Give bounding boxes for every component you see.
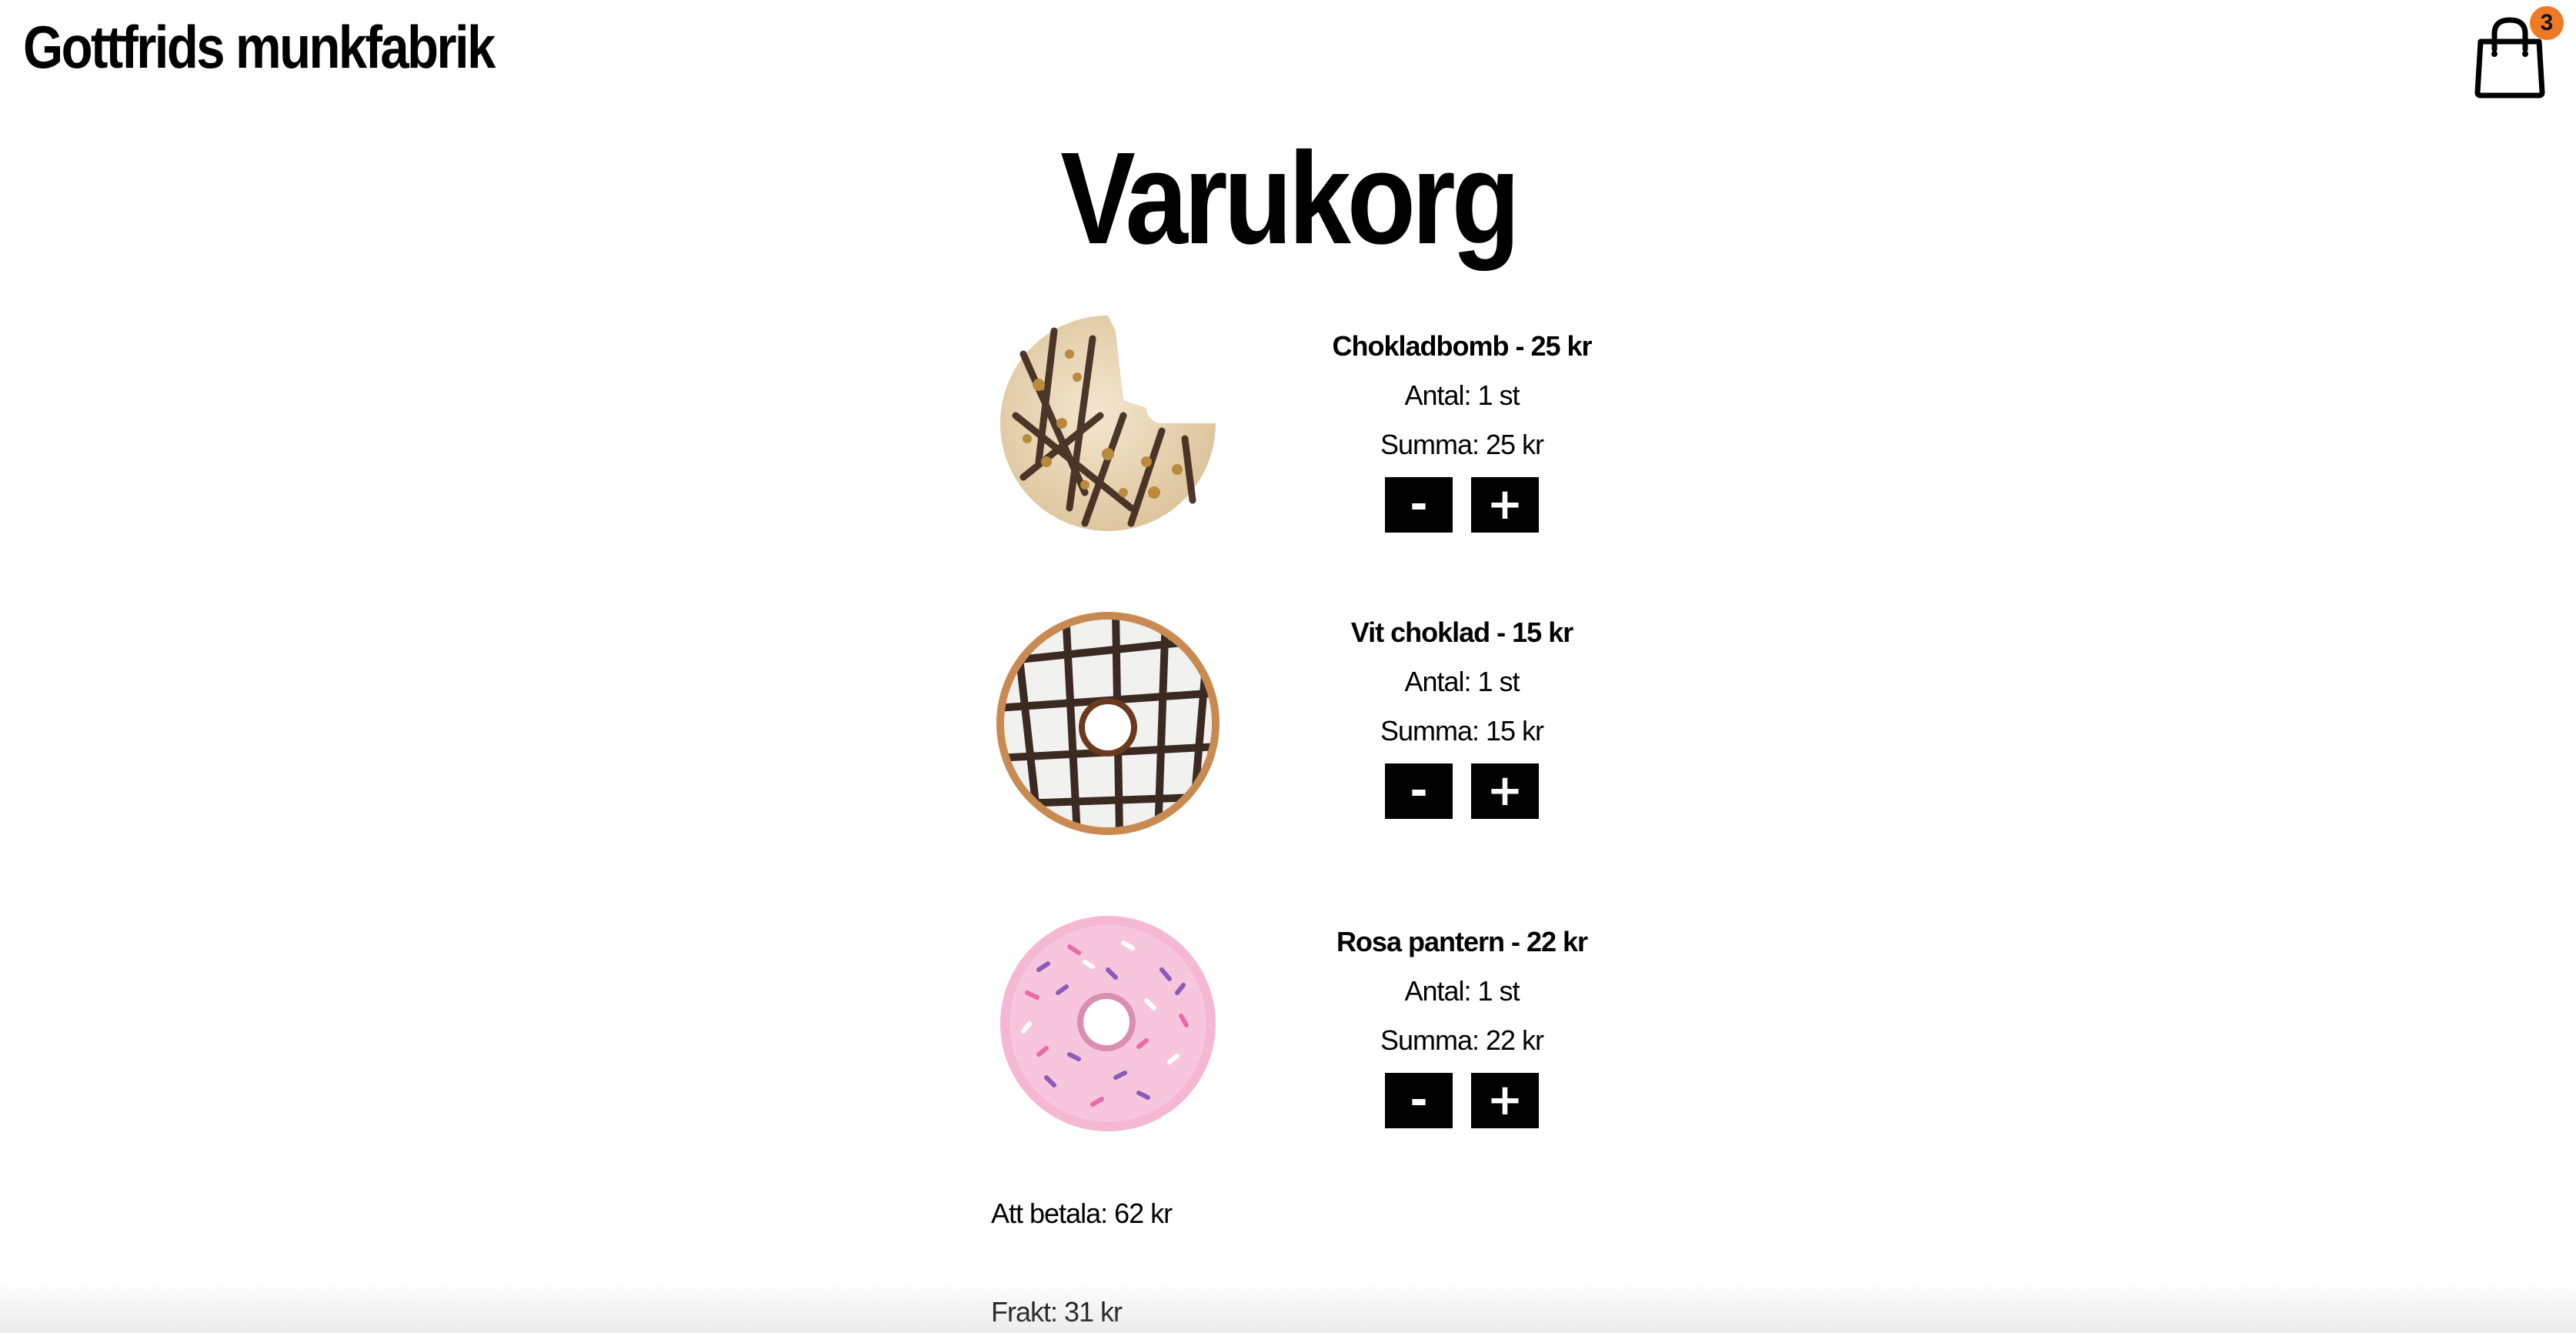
increase-quantity-button[interactable]: + (1471, 763, 1539, 819)
item-quantity: Antal: 1 st (1404, 975, 1520, 1007)
page-title-text: Varukorg (1059, 125, 1520, 272)
bottom-scroll-shadow (0, 1278, 2576, 1333)
cart-item: Chokladbomb - 25 kr Antal: 1 st Summa: 2… (993, 308, 1608, 554)
item-info: Vit choklad - 15 kr Antal: 1 st Summa: 1… (1300, 608, 1623, 819)
item-title: Chokladbomb - 25 kr (1332, 330, 1592, 362)
decrease-quantity-button[interactable]: - (1385, 763, 1453, 819)
quantity-controls: - + (1300, 477, 1623, 533)
item-quantity: Antal: 1 st (1404, 379, 1520, 411)
shipping-cost: Frakt: 31 kr (991, 1296, 1123, 1328)
cart-item: Rosa pantern - 22 kr Antal: 1 st Summa: … (993, 908, 1608, 1154)
quantity-controls: - + (1300, 763, 1623, 819)
donut-image-vit-choklad (996, 612, 1220, 835)
item-info: Chokladbomb - 25 kr Antal: 1 st Summa: 2… (1300, 322, 1623, 533)
page-title: Varukorg (0, 122, 2576, 276)
item-title: Vit choklad - 15 kr (1350, 616, 1573, 648)
cart-page: Gottfrids munkfabrik 3 Varukorg Chokladb… (0, 0, 2576, 1333)
brand-logo-text[interactable]: Gottfrids munkfabrik (23, 12, 496, 82)
item-sum: Summa: 15 kr (1380, 715, 1544, 747)
cart-button[interactable]: 3 (2470, 6, 2564, 99)
item-sum: Summa: 22 kr (1380, 1024, 1544, 1056)
cart-item: Vit choklad - 15 kr Antal: 1 st Summa: 1… (993, 608, 1608, 854)
increase-quantity-button[interactable]: + (1471, 1073, 1539, 1128)
item-sum: Summa: 25 kr (1380, 429, 1544, 460)
item-info: Rosa pantern - 22 kr Antal: 1 st Summa: … (1300, 917, 1623, 1128)
quantity-controls: - + (1300, 1073, 1623, 1128)
cart-count-badge: 3 (2530, 6, 2564, 40)
decrease-quantity-button[interactable]: - (1385, 1073, 1453, 1128)
item-quantity: Antal: 1 st (1404, 666, 1520, 697)
total-to-pay: Att betala: 62 kr (991, 1198, 1173, 1229)
donut-image-rosa-pantern (1000, 916, 1216, 1131)
item-title: Rosa pantern - 22 kr (1336, 926, 1588, 957)
increase-quantity-button[interactable]: + (1471, 477, 1539, 533)
donut-image-chokladbomb (1000, 316, 1216, 531)
decrease-quantity-button[interactable]: - (1385, 477, 1453, 533)
